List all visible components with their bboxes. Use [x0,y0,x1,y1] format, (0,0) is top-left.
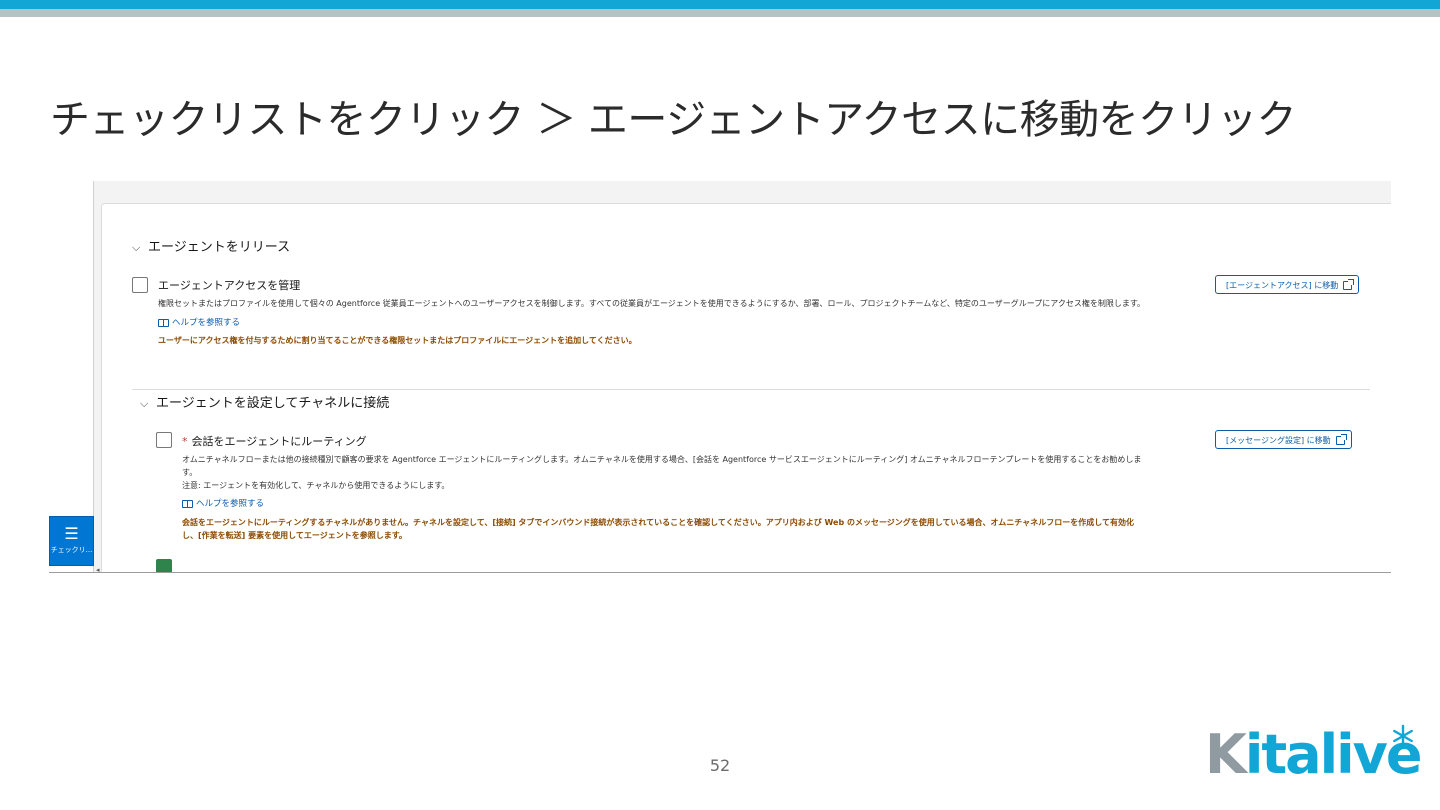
item-title-manage-agent-access: エージェントアクセスを管理 [158,279,301,292]
logo-wordmark: Kitalive [1205,723,1422,786]
section-header-configure[interactable]: ⌵ エージェントを設定してチャネルに接続 [140,392,389,411]
book-icon [182,499,193,508]
warning-message: ユーザーにアクセス権を付与するために割り当てることができる権限セットまたはプロフ… [158,336,637,345]
slide-title: チェックリストをクリック ＞ エージェントアクセスに移動をクリック [50,97,1297,143]
chevron-down-icon: ⌵ [140,397,149,410]
external-link-icon [1343,279,1355,290]
warning-message-line-1: 会話をエージェントにルーティングするチャネルがありません。チャネルを設定して、[… [182,518,1134,527]
panel-left-border [93,181,94,573]
checkbox-route-conversations[interactable] [156,432,172,448]
required-mark: * [182,435,188,448]
external-link-icon [1335,434,1347,445]
help-link[interactable]: ヘルプを参照する [182,497,264,509]
page-number: 52 [709,756,731,775]
book-icon [158,318,169,327]
checkbox-completed-item[interactable] [156,559,172,573]
item-description: 権限セットまたはプロファイルを使用して個々の Agentforce 従業員エージ… [158,299,1146,308]
checklist-card: ⌵ エージェントをリリース エージェントアクセスを管理 権限セットまたはプロファイ… [101,203,1391,573]
item-note: 注意: エージェントを有効化して、チャネルから使用できるようにします。 [182,481,450,490]
section-title: エージェントを設定してチャネルに接続 [156,396,390,411]
help-link[interactable]: ヘルプを参照する [158,316,240,328]
scroll-left-arrow-icon[interactable]: ◂ [96,566,100,574]
asterisk-icon [1393,724,1413,748]
section-divider [132,389,1370,390]
item-title-route-conversations: * 会話をエージェントにルーティング [182,435,367,448]
go-to-agent-access-button[interactable]: [エージェントアクセス] に移動 [1215,275,1360,294]
top-accent-bar [0,0,1440,9]
screenshot-panel: ⌵ エージェントをリリース エージェントアクセスを管理 権限セットまたはプロファイ… [93,181,1391,573]
warning-message-line-2: し、[作業を転送] 要素を使用してエージェントを参照します。 [182,531,407,540]
checklist-dock-button[interactable]: ☰ チェックリ... [49,516,94,566]
checkbox-manage-agent-access[interactable] [132,277,148,293]
dock-label: チェックリ... [50,546,93,554]
go-to-messaging-settings-button[interactable]: [メッセージング設定] に移動 [1215,430,1352,449]
panel-bottom-border [49,572,1391,573]
chevron-down-icon: ⌵ [132,241,141,254]
checklist-icon: ☰ [64,524,79,543]
section-header-release[interactable]: ⌵ エージェントをリリース [132,236,290,255]
item-description-line-2: す。 [182,468,198,477]
section-title: エージェントをリリース [148,240,291,255]
item-description-line-1: オムニチャネルフローまたは他の接続種別で顧客の要求を Agentforce エー… [182,455,1142,464]
top-gray-bar [0,9,1440,17]
kitalive-logo: Kitalive [1205,722,1422,792]
